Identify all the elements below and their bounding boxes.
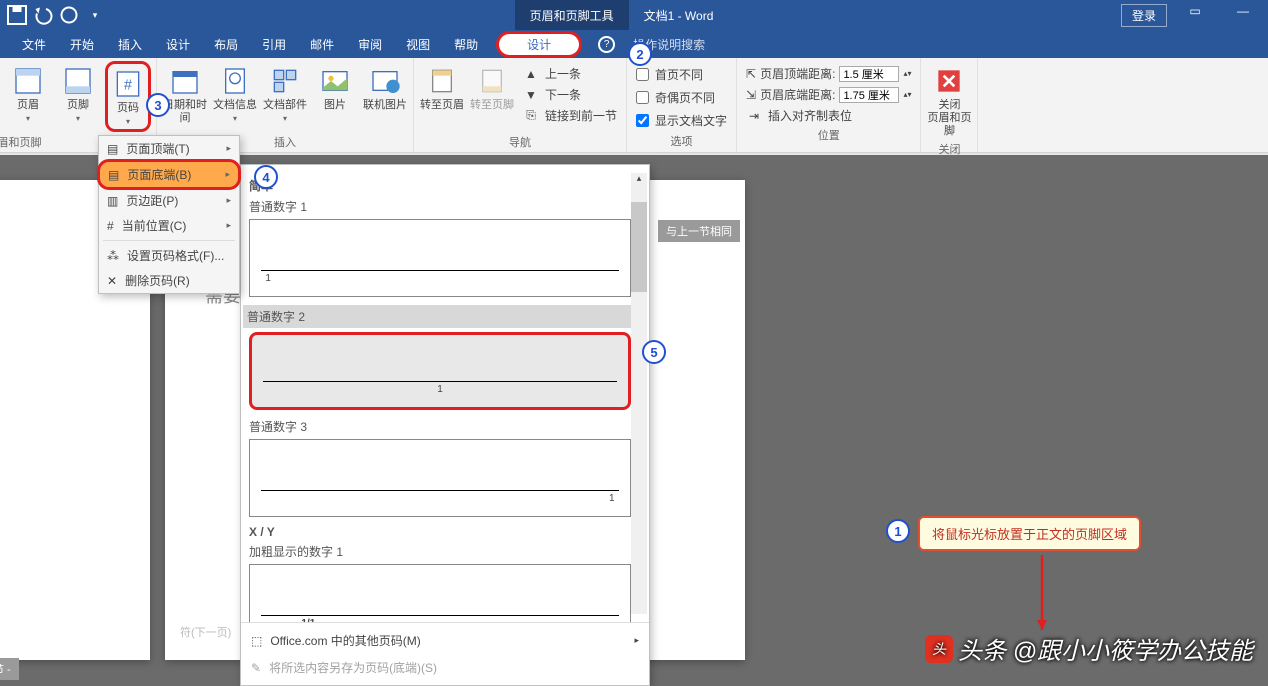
remove-icon: ✕	[107, 274, 117, 288]
save-selection-button[interactable]: ✎将所选内容另存为页码(底端)(S)	[241, 654, 649, 681]
page-bottom-icon: ▤	[108, 168, 119, 182]
datetime-button[interactable]: 日期和时间	[162, 61, 208, 132]
tell-me-icon: ?	[598, 36, 615, 53]
group-label: 导航	[419, 132, 621, 152]
gallery-plain1[interactable]: 1	[249, 219, 631, 297]
page-number-dropdown: ▤页面顶端(T)▸ ▤页面底端(B)▸ ▥页边距(P)▸ #当前位置(C)▸ ⁂…	[98, 135, 240, 294]
footer-section-tag: 页脚 - 第 1 节 -	[0, 658, 19, 680]
gallery-category: 简单	[249, 177, 631, 194]
watermark-logo-icon: 头	[925, 635, 953, 663]
menu-remove-page-numbers[interactable]: ✕删除页码(R)	[99, 268, 239, 293]
menu-top-of-page[interactable]: ▤页面顶端(T)▸	[99, 136, 239, 161]
group-navigation: 转至页眉 转至页脚 ▲上一条 ▼下一条 ⎘链接到前一节 导航	[414, 58, 627, 152]
goto-footer-button[interactable]: 转至页脚	[469, 61, 515, 132]
tab-insert[interactable]: 插入	[106, 30, 154, 58]
group-position: ⇱页眉顶端距离:▴▾ ⇲页眉底端距离:▴▾ ⇥插入对齐制表位 位置	[737, 58, 921, 152]
different-oddeven-checkbox[interactable]: 奇偶页不同	[632, 87, 731, 108]
footer-button[interactable]: 页脚	[55, 61, 101, 132]
tab-design-context[interactable]: 设计	[496, 31, 582, 58]
different-first-checkbox[interactable]: 首页不同	[632, 64, 731, 85]
group-label: 选项	[632, 131, 731, 151]
menu-format-page-numbers[interactable]: ⁂设置页码格式(F)...	[99, 243, 239, 268]
gallery-bold1[interactable]: 1/1	[249, 564, 631, 622]
footer-dist-icon: ⇲	[746, 88, 756, 102]
page-number-gallery: 简单 普通数字 1 1 普通数字 2 1 普通数字 3 1 X / Y 加粗显示…	[240, 164, 650, 686]
group-options: 首页不同 奇偶页不同 显示文档文字 选项	[627, 58, 737, 152]
page-top-icon: ▤	[107, 142, 118, 156]
gallery-item-label: 普通数字 2	[243, 305, 637, 328]
section-break-text: 符(下一页)	[180, 624, 231, 640]
login-button[interactable]: 登录	[1121, 4, 1167, 27]
gallery-category: X / Y	[249, 525, 631, 539]
save-icon[interactable]	[5, 3, 29, 27]
page-number-button[interactable]: # 页码	[105, 61, 151, 132]
gallery-plain2[interactable]: 1	[249, 332, 631, 410]
tab-design[interactable]: 设计	[154, 30, 202, 58]
menu-page-margins[interactable]: ▥页边距(P)▸	[99, 188, 239, 213]
ribbon-options-icon[interactable]: ▭	[1175, 4, 1215, 27]
header-footer-tools-tab: 页眉和页脚工具	[515, 0, 629, 30]
callout-text: 将鼠标光标放置于正文的页脚区域	[918, 516, 1141, 551]
same-as-previous-tag: 与上一节相同	[658, 220, 740, 242]
tab-mailings[interactable]: 邮件	[298, 30, 346, 58]
tab-home[interactable]: 开始	[58, 30, 106, 58]
tab-layout[interactable]: 布局	[202, 30, 250, 58]
picture-button[interactable]: 图片	[312, 61, 358, 132]
menu-current-position[interactable]: #当前位置(C)▸	[99, 213, 239, 238]
tab-file[interactable]: 文件	[10, 30, 58, 58]
menu-bottom-of-page[interactable]: ▤页面底端(B)▸	[97, 159, 241, 190]
annotation-5: 5	[642, 340, 666, 364]
header-dist-icon: ⇱	[746, 67, 756, 81]
previous-button[interactable]: ▲上一条	[519, 64, 621, 83]
quickparts-button[interactable]: 文档部件	[262, 61, 308, 132]
tab-review[interactable]: 审阅	[346, 30, 394, 58]
online-picture-button[interactable]: 联机图片	[362, 61, 408, 132]
group-label: 页眉和页脚	[0, 132, 59, 152]
gallery-plain3[interactable]: 1	[249, 439, 631, 517]
office-icon: ⬚	[251, 634, 262, 648]
page-margin-icon: ▥	[107, 194, 118, 208]
gallery-item-label: 普通数字 1	[249, 198, 631, 215]
show-doc-text-checkbox[interactable]: 显示文档文字	[632, 110, 731, 131]
svg-text:#: #	[124, 77, 133, 93]
redo-icon[interactable]	[57, 3, 81, 27]
document-title: 文档1 - Word	[644, 7, 714, 24]
group-label: 位置	[742, 125, 915, 145]
insert-align-tab-button[interactable]: ⇥插入对齐制表位	[742, 106, 915, 125]
current-position-icon: #	[107, 219, 114, 233]
gallery-scrollbar[interactable]: ▴	[631, 173, 647, 614]
header-dist-input[interactable]	[839, 66, 899, 82]
footer-dist-input[interactable]	[839, 87, 899, 103]
goto-header-button[interactable]: 转至页眉	[419, 61, 465, 132]
group-close: 关闭页眉和页脚 关闭	[921, 58, 978, 152]
gallery-item-label: 加粗显示的数字 1	[249, 543, 631, 560]
qat-customize-icon[interactable]: ▾	[83, 3, 107, 27]
next-button[interactable]: ▼下一条	[519, 85, 621, 104]
gallery-item-label: 普通数字 3	[249, 418, 631, 435]
tab-references[interactable]: 引用	[250, 30, 298, 58]
undo-icon[interactable]	[31, 3, 55, 27]
watermark: 头 头条 @跟小小筱学办公技能	[925, 631, 1253, 666]
annotation-1: 1	[886, 519, 910, 543]
annotation-4: 4	[254, 165, 278, 189]
link-previous-button[interactable]: ⎘链接到前一节	[519, 106, 621, 125]
annotation-2: 2	[628, 42, 652, 66]
tab-view[interactable]: 视图	[394, 30, 442, 58]
red-arrow-icon	[1032, 545, 1052, 635]
close-header-footer-button[interactable]: 关闭页眉和页脚	[926, 61, 972, 139]
docinfo-button[interactable]: 文档信息	[212, 61, 258, 132]
format-icon: ⁂	[107, 249, 119, 263]
save-gallery-icon: ✎	[251, 661, 261, 675]
tab-help[interactable]: 帮助	[442, 30, 490, 58]
annotation-3: 3	[146, 93, 170, 117]
more-from-office-button[interactable]: ⬚Office.com 中的其他页码(M)▸	[241, 627, 649, 654]
minimize-icon[interactable]: —	[1223, 4, 1263, 27]
title-bar: ▾ 页眉和页脚工具 文档1 - Word 登录 ▭ —	[0, 0, 1268, 30]
header-button[interactable]: 页眉	[5, 61, 51, 132]
